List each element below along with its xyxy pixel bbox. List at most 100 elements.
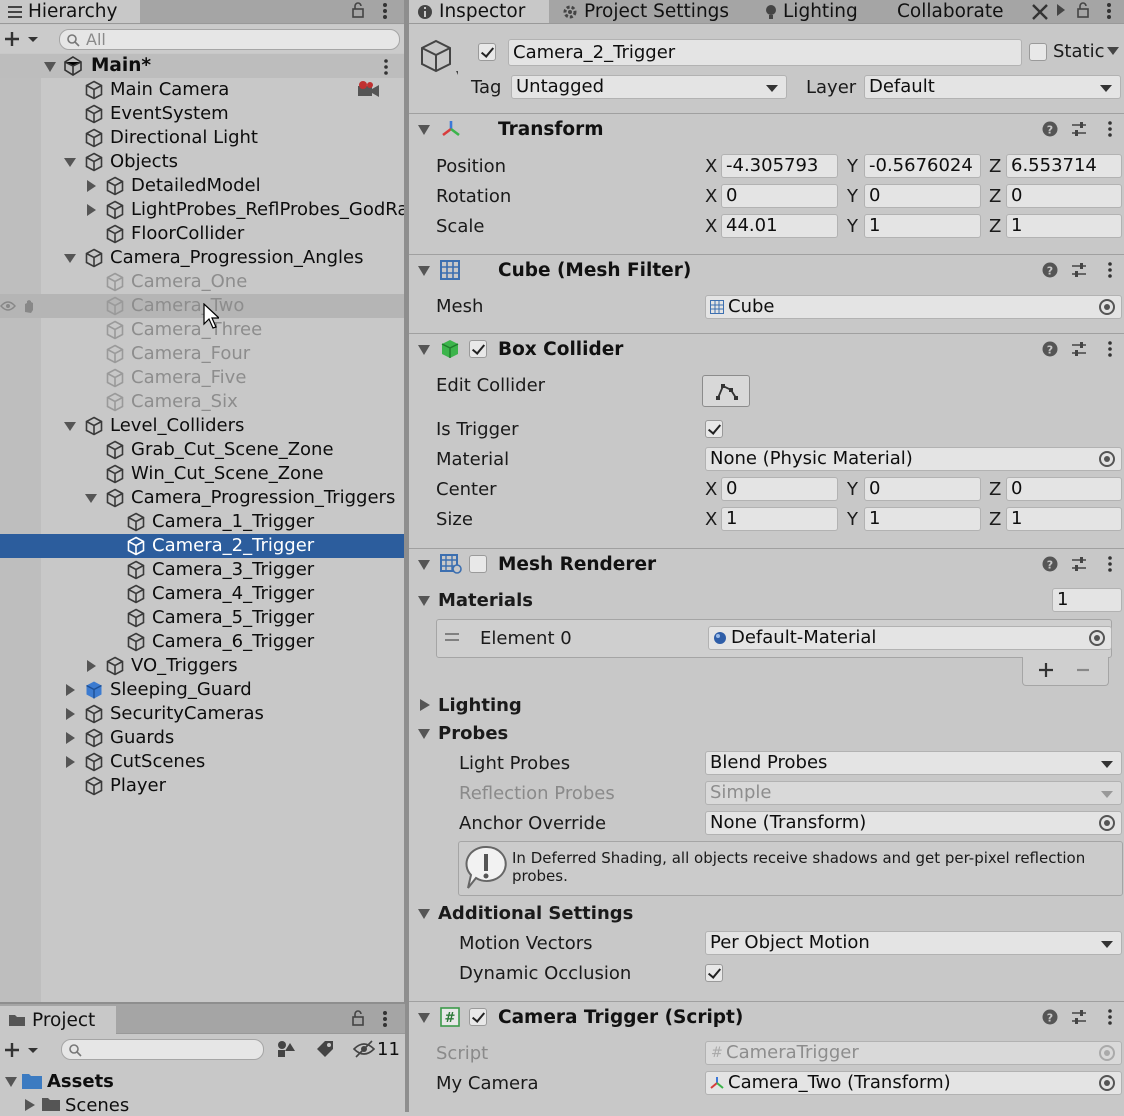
hierarchy-item[interactable]: SecurityCameras	[0, 702, 404, 726]
kebab-menu-icon[interactable]	[382, 1010, 388, 1028]
tab-hierarchy[interactable]: Hierarchy	[0, 0, 140, 23]
axis-z-label[interactable]: Z	[989, 216, 1001, 237]
help-icon[interactable]: ?	[1042, 121, 1058, 137]
component-menu-icon[interactable]	[1107, 1009, 1113, 1025]
help-icon[interactable]: ?	[1042, 556, 1058, 572]
motion-vectors-dropdown[interactable]: Per Object Motion	[705, 931, 1122, 955]
hierarchy-item[interactable]: Main Camera	[0, 78, 404, 102]
object-picker-icon[interactable]	[1099, 451, 1115, 467]
vector-x-field[interactable]: 0	[721, 477, 838, 501]
hierarchy-item[interactable]: Grab_Cut_Scene_Zone	[0, 438, 404, 462]
preset-sliders-icon[interactable]	[1071, 1009, 1087, 1025]
hierarchy-item[interactable]: Camera_One	[0, 270, 404, 294]
project-search-input[interactable]	[61, 1039, 264, 1060]
collapse-arrow-icon[interactable]	[64, 756, 76, 768]
help-icon[interactable]: ?	[1042, 1009, 1058, 1025]
layer-dropdown[interactable]: Default	[864, 75, 1121, 99]
material-field[interactable]: None (Physic Material)	[705, 447, 1122, 471]
component-enabled-checkbox[interactable]	[469, 340, 487, 358]
fold-arrow-icon[interactable]	[418, 125, 430, 135]
object-picker-icon[interactable]	[1099, 815, 1115, 831]
anchor-override-field[interactable]: None (Transform)	[705, 811, 1122, 835]
active-checkbox[interactable]	[478, 43, 496, 61]
hierarchy-item[interactable]: LightProbes_ReflProbes_GodRa	[0, 198, 408, 222]
hierarchy-item[interactable]: Camera_3_Trigger	[0, 558, 404, 582]
vector-x-field[interactable]: 0	[721, 184, 838, 208]
vector-x-field[interactable]: -4.305793	[721, 154, 838, 178]
lock-icon[interactable]	[1076, 2, 1090, 18]
hierarchy-item[interactable]: Camera_4_Trigger	[0, 582, 404, 606]
fold-arrow-icon[interactable]	[418, 266, 430, 276]
hierarchy-item[interactable]: Camera_Progression_Triggers	[0, 486, 404, 510]
additional-settings-label[interactable]: Additional Settings	[438, 903, 633, 924]
is-trigger-checkbox[interactable]	[705, 420, 723, 438]
axis-x-label[interactable]: X	[705, 156, 717, 177]
lighting-section-label[interactable]: Lighting	[438, 695, 522, 716]
axis-x-label[interactable]: X	[705, 186, 717, 207]
tab-scroll-right-icon[interactable]	[1057, 4, 1065, 16]
hierarchy-item[interactable]: Sleeping_Guard	[0, 678, 404, 702]
collapse-arrow-icon[interactable]	[64, 732, 76, 744]
collapse-arrow-icon[interactable]	[64, 684, 76, 696]
component-title[interactable]: Transform	[498, 119, 604, 140]
light-probes-dropdown[interactable]: Blend Probes	[705, 751, 1122, 775]
axis-y-label[interactable]: Y	[847, 509, 858, 530]
hierarchy-item[interactable]: Camera_Two	[0, 294, 404, 318]
fold-arrow-icon[interactable]	[418, 560, 430, 570]
collapse-arrow-icon[interactable]	[85, 660, 97, 672]
static-checkbox[interactable]	[1029, 43, 1047, 61]
tab-project-settings[interactable]: Project Settings	[554, 0, 737, 23]
vector-y-field[interactable]: 0	[864, 477, 981, 501]
expand-arrow-icon[interactable]	[64, 252, 76, 264]
search-by-label-icon[interactable]	[315, 1040, 335, 1060]
probes-section-label[interactable]: Probes	[438, 723, 508, 744]
axis-x-label[interactable]: X	[705, 509, 717, 530]
vector-x-field[interactable]: 1	[721, 507, 838, 531]
kebab-menu-icon[interactable]	[1106, 2, 1112, 20]
transform-row-label[interactable]: Rotation	[436, 186, 511, 207]
vector-y-field[interactable]: -0.5676024	[864, 154, 981, 178]
axis-z-label[interactable]: Z	[989, 479, 1001, 500]
hierarchy-search-input[interactable]: All	[59, 29, 400, 50]
object-picker-icon[interactable]	[1099, 299, 1115, 315]
expand-arrow-icon[interactable]	[64, 420, 76, 432]
pickable-hand-icon[interactable]	[21, 298, 37, 314]
component-menu-icon[interactable]	[1107, 121, 1113, 137]
vector-y-field[interactable]: 1	[864, 214, 981, 238]
create-plus-button[interactable]	[4, 30, 40, 48]
collapse-arrow-icon[interactable]	[420, 699, 430, 711]
tab-lighting[interactable]: Lighting	[757, 0, 866, 23]
hierarchy-item[interactable]: Camera_Four	[0, 342, 404, 366]
collapse-arrow-icon[interactable]	[25, 1099, 35, 1111]
hierarchy-item[interactable]: Level_Colliders	[0, 414, 404, 438]
hierarchy-item[interactable]: CutScenes	[0, 750, 404, 774]
axis-z-label[interactable]: Z	[989, 509, 1001, 530]
fold-arrow-icon[interactable]	[418, 729, 430, 739]
maximize-icon[interactable]	[1032, 4, 1048, 20]
hierarchy-item[interactable]: Camera_2_Trigger	[0, 534, 404, 558]
component-title[interactable]: Mesh Renderer	[498, 554, 656, 575]
preset-sliders-icon[interactable]	[1071, 341, 1087, 357]
scene-row[interactable]	[0, 54, 405, 78]
tag-dropdown[interactable]: Untagged	[511, 75, 787, 99]
vector-z-field[interactable]: 6.553714	[1006, 154, 1122, 178]
create-plus-button[interactable]	[4, 1041, 40, 1059]
axis-x-label[interactable]: X	[705, 216, 717, 237]
expand-arrow-icon[interactable]	[64, 156, 76, 168]
vector-y-field[interactable]: 1	[864, 507, 981, 531]
visibility-eye-icon[interactable]	[0, 300, 16, 312]
collapse-arrow-icon[interactable]	[85, 180, 97, 192]
component-menu-icon[interactable]	[1107, 556, 1113, 572]
axis-y-label[interactable]: Y	[847, 479, 858, 500]
hierarchy-item[interactable]: Objects	[0, 150, 404, 174]
edit-collider-button[interactable]	[702, 375, 750, 407]
drag-handle-icon[interactable]	[445, 633, 459, 641]
tab-collaborate[interactable]: Collaborate	[889, 0, 1012, 23]
hierarchy-item[interactable]: EventSystem	[0, 102, 404, 126]
vector-z-field[interactable]: 0	[1006, 477, 1122, 501]
hierarchy-item[interactable]: Player	[0, 774, 404, 798]
vector-z-field[interactable]: 0	[1006, 184, 1122, 208]
my-camera-field[interactable]: Camera_Two (Transform)	[705, 1071, 1122, 1095]
component-title[interactable]: Camera Trigger (Script)	[498, 1007, 743, 1028]
collapse-arrow-icon[interactable]	[64, 708, 76, 720]
